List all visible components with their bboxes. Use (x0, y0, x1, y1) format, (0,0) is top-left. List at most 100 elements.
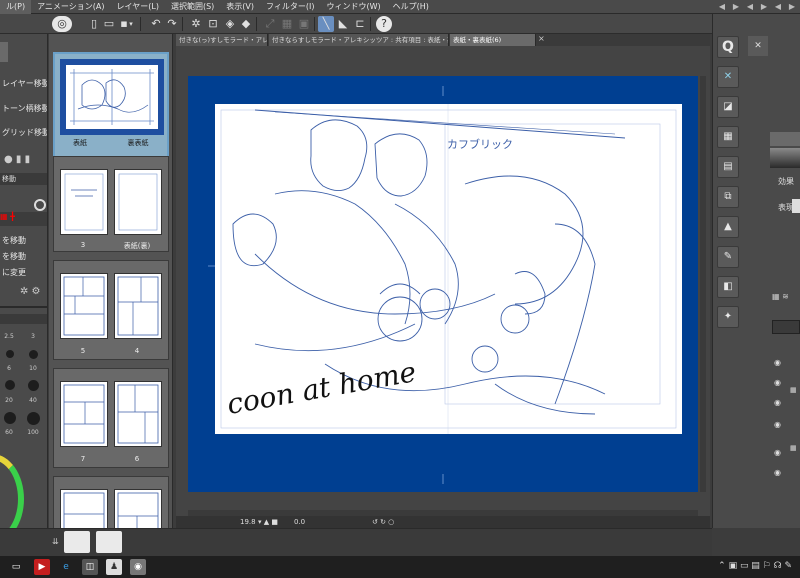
menu-item-selection[interactable]: 選択範囲(S) (165, 0, 220, 14)
snap-ruler-icon[interactable]: ╲ (318, 16, 334, 32)
display-color-dropdown[interactable] (792, 199, 800, 213)
collapse-bottom-icon[interactable]: ⇊ (52, 537, 59, 546)
canvas-paper[interactable]: カフブリック coon at home (215, 104, 682, 434)
page-group-3[interactable]: 3 表紙(裏) (53, 156, 169, 252)
move-grid-option[interactable]: グリッド移動 (0, 126, 47, 140)
edge-icon[interactable]: e (58, 559, 74, 575)
new-layer-icon[interactable]: ✕ (717, 66, 739, 88)
pin-icon[interactable]: ✦ (717, 306, 739, 328)
page-thumbnail[interactable] (114, 273, 162, 339)
layer-tools-icon[interactable]: ▦ ≋ (772, 292, 789, 301)
new-vector-layer-icon[interactable]: ◪ (717, 96, 739, 118)
page-group-5[interactable]: 5 4 (53, 260, 169, 360)
page-thumbnail[interactable] (60, 381, 108, 447)
page-thumbnail[interactable] (60, 169, 108, 235)
visibility-eye-icon[interactable]: ◉ (774, 420, 781, 429)
snap-special-ruler-icon[interactable]: ◣ (335, 16, 351, 32)
brush-size-6[interactable]: 6 (2, 362, 16, 376)
doc-tab-1[interactable]: 付きな(っ)すしモラード・アレキシッツア (176, 34, 268, 46)
move-layer-option[interactable]: レイヤー移動 (0, 77, 47, 91)
open-file-icon[interactable]: ▭ (101, 16, 117, 32)
image-layer-icon[interactable]: ▲ (717, 216, 739, 238)
collapse-right-icon-3[interactable]: ▶ (786, 1, 798, 13)
brush-dot[interactable] (29, 350, 38, 359)
search-icon[interactable] (34, 199, 46, 211)
brightness-gradient[interactable] (770, 148, 800, 168)
doc-tab-active[interactable]: 表紙・裏表紙(6) (450, 34, 536, 46)
brush-dot[interactable] (4, 412, 16, 424)
brush-size-60[interactable]: 60 (2, 426, 16, 440)
paint-icons[interactable]: ● ▮ ▮ (4, 154, 30, 165)
invert-selection-icon[interactable]: ▣ (296, 16, 312, 32)
system-tray[interactable]: ⌃ ▣ ▭ ▤ ⚐ ☊ ✎ (718, 561, 792, 571)
checker-icon[interactable]: ▦ (717, 126, 739, 148)
clip-studio-logo-icon[interactable]: ◎ (52, 16, 72, 32)
app-icon-red[interactable]: ▶ (34, 559, 50, 575)
app-icon-figure[interactable]: ♟ (106, 559, 122, 575)
layer-mask-icon[interactable]: ◧ (717, 276, 739, 298)
page-group-cover[interactable]: 表紙 裏表紙 (53, 52, 169, 166)
menu-item-window[interactable]: ウィンドウ(W) (320, 0, 386, 14)
brush-dot[interactable] (6, 350, 14, 358)
brush-dot[interactable] (28, 380, 39, 391)
collapse-left-icon-3[interactable]: ◀ (772, 1, 784, 13)
clear-icon[interactable]: ⊡ (205, 16, 221, 32)
brush-size-40[interactable]: 40 (26, 394, 40, 408)
brush-size-3[interactable]: 3 (26, 330, 40, 344)
undo-icon[interactable]: ↶ (148, 16, 164, 32)
clip-studio-taskbar-icon[interactable]: ◉ (130, 559, 146, 575)
blend-mode-dropdown[interactable] (772, 320, 800, 334)
app-icon-grey[interactable]: ◫ (82, 559, 98, 575)
page-thumbnail[interactable] (114, 381, 162, 447)
move-tone-option[interactable]: トーン柄移動 (0, 102, 47, 116)
merge-icon[interactable]: ⧉ (717, 186, 739, 208)
menu-item-filter[interactable]: フィルター(I) (260, 0, 320, 14)
menu-item-help[interactable]: ヘルプ(H) (387, 0, 435, 14)
timeline-icon[interactable] (64, 531, 90, 553)
color-swatch-row[interactable]: ▦ ╋ (0, 212, 47, 226)
option-row-1[interactable]: を移動 (0, 234, 47, 248)
snap-grid-icon[interactable]: ⊏ (352, 16, 368, 32)
loading-icon[interactable]: ✲ (188, 16, 204, 32)
page-thumbnail[interactable] (60, 273, 108, 339)
collapse-left-icon[interactable]: ◀ (716, 1, 728, 13)
zoom-controls-icon[interactable]: ▾ ▲ ■ (258, 516, 278, 528)
brush-dot[interactable] (5, 380, 15, 390)
brush-size-100[interactable]: 100 (26, 426, 40, 440)
visibility-eye-icon[interactable]: ◉ (774, 358, 781, 367)
transform-icon[interactable]: ⤢ (262, 16, 278, 32)
menu-item-animation[interactable]: アニメーション(A) (31, 0, 110, 14)
new-file-icon[interactable]: ▯ (86, 16, 102, 32)
close-tab-icon[interactable]: × (538, 34, 545, 43)
panel-tab[interactable] (770, 132, 800, 146)
canvas-viewport[interactable]: カフブリック coon at home (188, 76, 698, 492)
deselect-icon[interactable]: ▦ (279, 16, 295, 32)
page-thumbnail-cover[interactable] (60, 59, 164, 135)
fill-icon[interactable]: ◈ (222, 16, 238, 32)
help-icon[interactable]: ? (376, 16, 392, 32)
brush-size-2-5[interactable]: 2.5 (2, 330, 16, 344)
visibility-eye-icon[interactable]: ◉ (774, 378, 781, 387)
option-row-3[interactable]: に変更 (0, 266, 47, 280)
page-group-7[interactable]: 7 6 (53, 368, 169, 468)
page-thumbnail[interactable] (114, 169, 162, 235)
brush-dot[interactable] (27, 412, 40, 425)
menu-item-view[interactable]: 表示(V) (220, 0, 260, 14)
edit-layer-icon[interactable]: ✎ (717, 246, 739, 268)
start-menu-icon[interactable]: ▭ (8, 559, 24, 575)
settings-icon[interactable]: ✲ ⚙ (20, 286, 41, 297)
visibility-eye-icon[interactable]: ◉ (774, 448, 781, 457)
menu-item-file[interactable]: ル(P) (0, 0, 32, 14)
visibility-eye-icon[interactable]: ◉ (774, 468, 781, 477)
redo-icon[interactable]: ↷ (164, 16, 180, 32)
option-row-2[interactable]: を移動 (0, 250, 47, 264)
collapse-right-icon[interactable]: ▶ (730, 1, 742, 13)
save-dropdown-icon[interactable]: ▾ (127, 16, 135, 32)
menu-item-layer[interactable]: レイヤー(L) (110, 0, 164, 14)
fill-color-icon[interactable]: ◆ (238, 16, 254, 32)
quick-access-icon[interactable]: Q (717, 36, 739, 58)
folder-icon[interactable]: ▤ (717, 156, 739, 178)
doc-tab-2[interactable]: 付きならすしモラード・アレキシッツア : 共有項目 : 表紙・裏表紙(6) (269, 34, 449, 46)
brush-size-10[interactable]: 10 (26, 362, 40, 376)
brush-size-20[interactable]: 20 (2, 394, 16, 408)
